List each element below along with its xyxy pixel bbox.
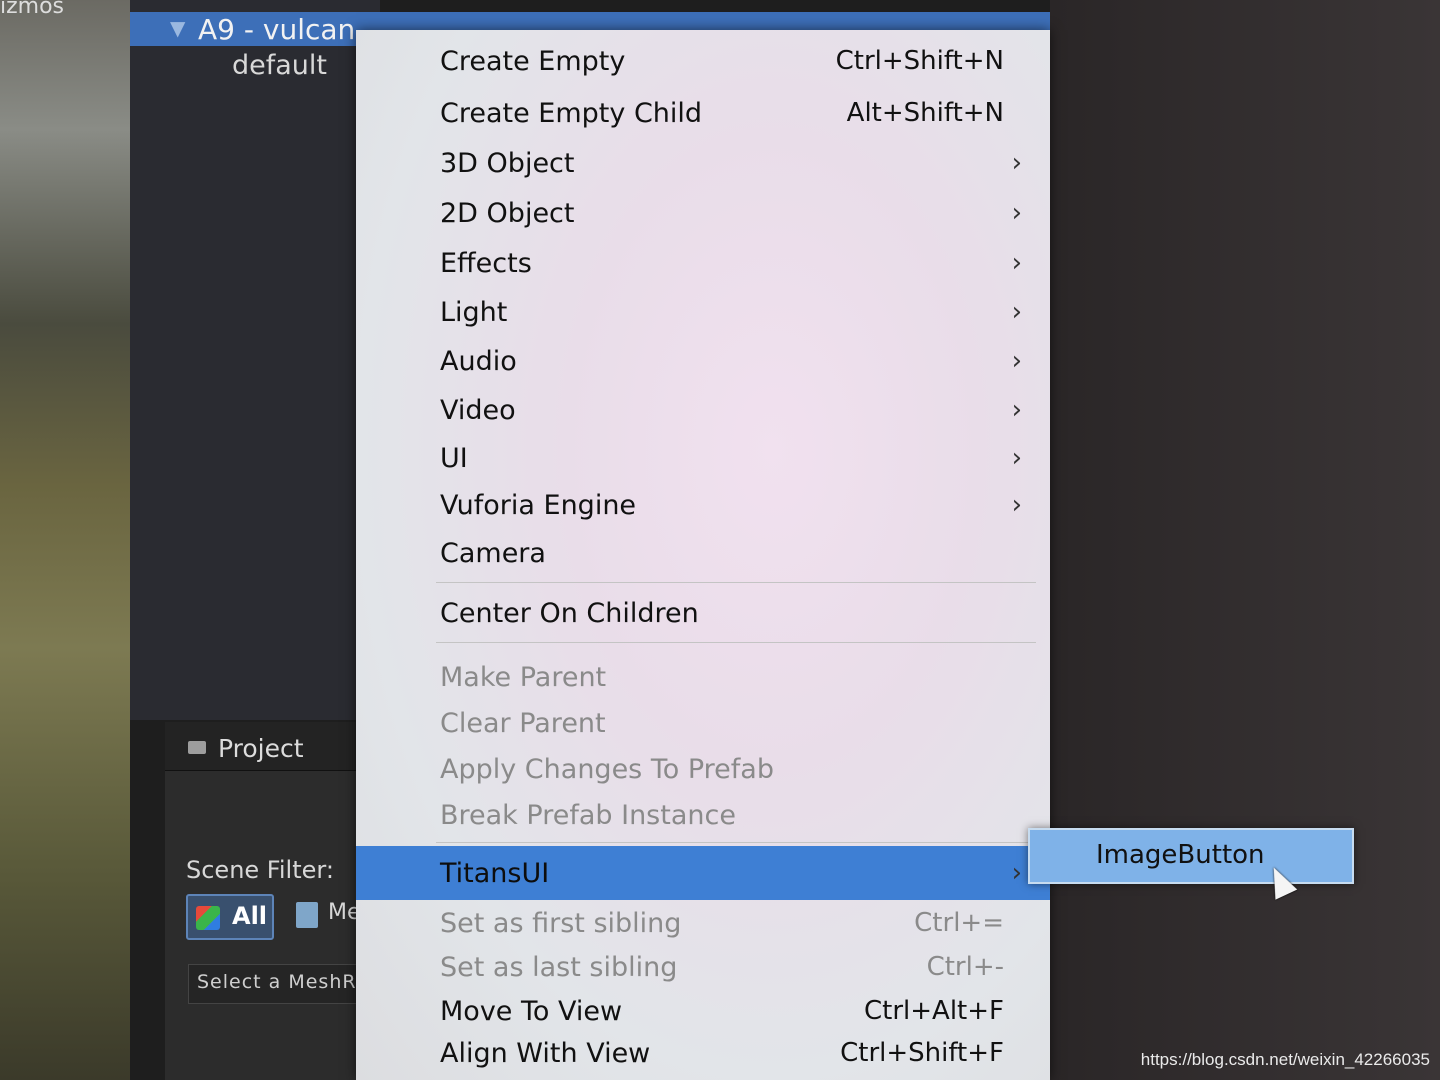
expand-triangle-icon[interactable]: ▼ — [170, 16, 185, 40]
menu-item-label: Video — [440, 395, 516, 426]
menu-item-label: Create Empty Child — [440, 98, 703, 129]
menu-item-label: Move To View — [440, 996, 623, 1027]
select-meshrenderer-label: Select a MeshRen — [197, 971, 382, 993]
chevron-right-icon: › — [1011, 395, 1022, 425]
menu-item-label: 2D Object — [440, 198, 575, 229]
menu-item-vuforia-engine[interactable]: Vuforia Engine › — [356, 484, 1050, 530]
submenu-item-imagebutton[interactable]: ImageButton — [1096, 840, 1265, 870]
chevron-right-icon: › — [1011, 198, 1022, 228]
gizmos-label[interactable]: izmos — [0, 0, 64, 19]
scene-view-strip: izmos — [0, 0, 130, 1080]
menu-item-label: TitansUI — [440, 858, 550, 889]
menu-item-label: Create Empty — [440, 46, 626, 77]
menu-separator — [436, 642, 1036, 643]
menu-item-label: Clear Parent — [440, 708, 606, 739]
menu-item-label: Center On Children — [440, 598, 699, 629]
menu-item-label: Apply Changes To Prefab — [440, 754, 774, 785]
menu-item-label: Camera — [440, 538, 546, 569]
menu-item-move-to-view[interactable]: Move To View Ctrl+Alt+F — [356, 990, 1050, 1036]
menu-item-label: Set as first sibling — [440, 908, 682, 939]
menu-item-label: Align With View — [440, 1038, 651, 1069]
chevron-right-icon: › — [1011, 248, 1022, 278]
context-menu: Create Empty Ctrl+Shift+N Create Empty C… — [356, 30, 1050, 1080]
menu-item-shortcut: Ctrl+Shift+F — [840, 1038, 1004, 1068]
menu-item-label: Vuforia Engine — [440, 490, 637, 521]
menu-item-label: Set as last sibling — [440, 952, 678, 983]
menu-item-label: Audio — [440, 346, 517, 377]
menu-item-shortcut: Ctrl+Shift+N — [835, 46, 1004, 76]
menu-item-shortcut: Ctrl+= — [914, 908, 1004, 938]
cube-icon — [196, 906, 220, 930]
project-tab-label: Project — [218, 734, 304, 763]
menu-item-label: Break Prefab Instance — [440, 800, 736, 831]
menu-item-apply-changes-to-prefab: Apply Changes To Prefab — [356, 748, 1050, 794]
hierarchy-item-default[interactable]: default — [232, 50, 327, 81]
background-panel — [1050, 0, 1440, 1080]
menu-item-label: 3D Object — [440, 148, 575, 179]
menu-item-label: Make Parent — [440, 662, 607, 693]
titansui-submenu: ImageButton — [1028, 828, 1354, 884]
menu-item-center-on-children[interactable]: Center On Children — [356, 592, 1050, 638]
menu-item-clear-parent: Clear Parent — [356, 702, 1050, 748]
chevron-right-icon: › — [1011, 148, 1022, 178]
menu-item-effects[interactable]: Effects › — [356, 242, 1050, 288]
filter-all-label: All — [232, 902, 268, 930]
chevron-right-icon: › — [1011, 346, 1022, 376]
chevron-right-icon: › — [1011, 297, 1022, 327]
hierarchy-item-label: A9 - vulcan — [198, 13, 356, 46]
menu-item-create-empty[interactable]: Create Empty Ctrl+Shift+N — [356, 40, 1050, 86]
menu-item-camera[interactable]: Camera — [356, 532, 1050, 578]
mesh-icon[interactable] — [296, 902, 318, 928]
menu-item-audio[interactable]: Audio › — [356, 340, 1050, 386]
menu-item-align-with-view[interactable]: Align With View Ctrl+Shift+F — [356, 1032, 1050, 1078]
menu-item-set-first-sibling: Set as first sibling Ctrl+= — [356, 902, 1050, 948]
menu-item-make-parent: Make Parent — [356, 656, 1050, 702]
menu-item-light[interactable]: Light › — [356, 291, 1050, 337]
menu-item-label: UI — [440, 443, 468, 474]
watermark-text: https://blog.csdn.net/weixin_42266035 — [1140, 1050, 1430, 1069]
menu-separator — [436, 842, 1036, 843]
menu-item-set-last-sibling: Set as last sibling Ctrl+- — [356, 946, 1050, 992]
menu-item-break-prefab-instance: Break Prefab Instance — [356, 794, 1050, 840]
menu-item-video[interactable]: Video › — [356, 389, 1050, 435]
menu-item-shortcut: Ctrl+Alt+F — [864, 996, 1004, 1026]
hierarchy-panel — [130, 0, 380, 720]
chevron-right-icon: › — [1011, 490, 1022, 520]
chevron-right-icon: › — [1011, 858, 1022, 888]
menu-separator — [436, 582, 1036, 583]
menu-item-ui[interactable]: UI › — [356, 437, 1050, 483]
folder-icon — [188, 741, 206, 754]
menu-item-2d-object[interactable]: 2D Object › — [356, 192, 1050, 238]
menu-item-create-empty-child[interactable]: Create Empty Child Alt+Shift+N — [356, 92, 1050, 138]
menu-item-3d-object[interactable]: 3D Object › — [356, 142, 1050, 188]
filter-all-button[interactable]: All — [186, 894, 274, 940]
menu-item-titansui[interactable]: TitansUI › — [356, 846, 1050, 900]
menu-item-label: Effects — [440, 248, 532, 279]
scene-filter-label: Scene Filter: — [186, 856, 334, 884]
menu-item-label: Light — [440, 297, 508, 328]
menu-item-shortcut: Alt+Shift+N — [846, 98, 1004, 128]
chevron-right-icon: › — [1011, 443, 1022, 473]
menu-item-shortcut: Ctrl+- — [926, 952, 1004, 982]
